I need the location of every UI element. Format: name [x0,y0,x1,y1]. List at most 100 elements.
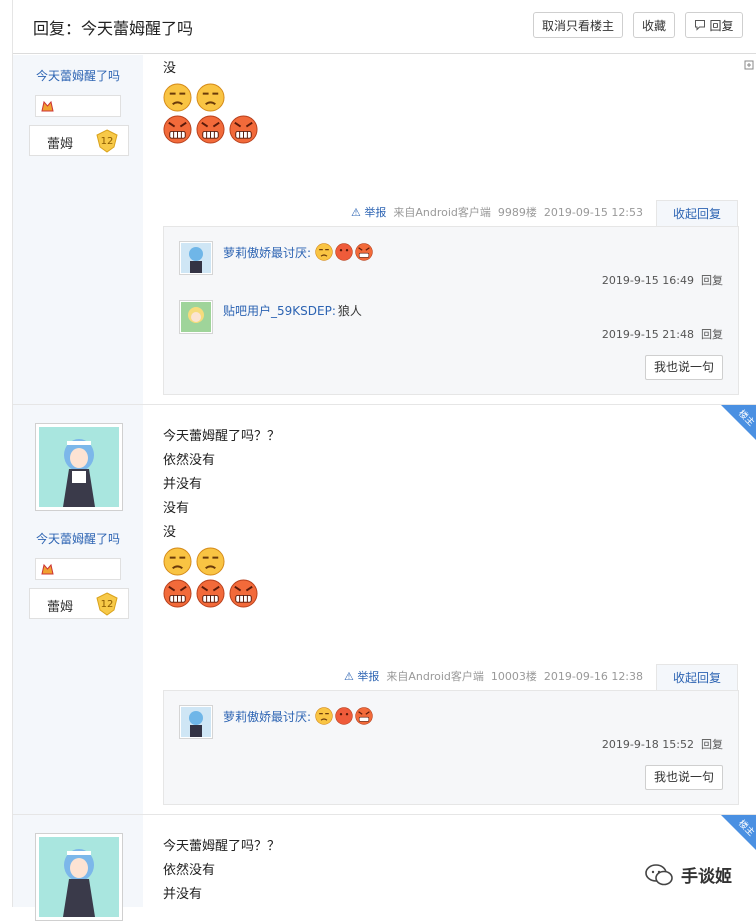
author-avatar[interactable] [35,833,123,921]
level-number: 12 [101,136,114,147]
red-face-emoji-icon [335,243,353,261]
user-title: 蕾姆 [47,600,74,615]
add-comment-button[interactable]: 我也说一句 [645,765,723,790]
favorite-button[interactable]: 收藏 [633,12,675,38]
annoyed-emoji-icon [163,546,192,576]
reply-time: 2019-9-18 15:52 [601,738,694,751]
reply-time: 2019-9-15 16:49 [601,274,694,287]
reply-time: 2019-9-15 21:48 [601,328,694,341]
reply-username[interactable]: 萝莉傲娇最讨厌: [223,244,311,261]
floor-number: 9989楼 [497,206,537,219]
annoyed-emoji-icon [196,82,225,112]
angry-emoji-icon [163,114,192,144]
wechat-icon [645,863,673,885]
user-level-card[interactable]: 蕾姆 12 [29,588,129,619]
thread-header: 回复：今天蕾姆醒了吗 取消只看楼主 收藏 回复 [13,0,756,54]
angry-emoji-icon [163,578,192,608]
post-meta: ⚠ 举报 来自Android客户端 9989楼 2019-09-15 12:53 [351,200,643,226]
thread-frame: 回复：今天蕾姆醒了吗 取消只看楼主 收藏 回复 今天蕾姆醒了吗 蕾姆 12 没 … [12,0,756,921]
collapse-replies-button[interactable]: 收起回复 [656,200,738,226]
favorite-label: 收藏 [641,18,666,33]
angry-emoji-icon [229,114,258,144]
reply-username[interactable]: 贴吧用户_59KSDEP: [223,302,336,319]
only-op-label: 取消只看楼主 [541,18,614,33]
angry-emoji-icon [196,578,225,608]
reply-item: 萝莉傲娇最讨厌: 2019-9-15 16:49 回复 [179,241,723,291]
post-content: 没 [163,57,756,145]
post-line: 并没有 [163,477,203,492]
emoji-row [163,577,756,609]
thread-title: 回复：今天蕾姆醒了吗 [33,19,194,38]
reply-text: 贴吧用户_59KSDEP: 狼人 [223,302,362,319]
author-sidebar: 今天蕾姆醒了吗 蕾姆 12 [13,405,143,814]
report-link[interactable]: ⚠ 举报 [351,206,386,219]
only-op-button[interactable]: 取消只看楼主 [533,12,623,38]
client-source: 来自Android客户端 [393,206,491,219]
user-title: 蕾姆 [47,137,74,152]
annoyed-emoji-icon [163,82,192,112]
emoji-row [163,545,756,577]
post-line: 依然没有 [163,453,216,468]
post-line: 没有 [163,501,190,516]
watermark-text: 手谈姬 [681,867,732,887]
emoji-row [163,81,756,113]
post-meta: ⚠ 举报 来自Android客户端 10003楼 2019-09-16 12:3… [344,664,643,690]
medal-bar [35,558,121,580]
avatar-image [39,837,119,917]
reply-time-row: 2019-9-18 15:52 回复 [602,736,723,752]
medal-icon [41,563,54,575]
comment-icon [695,20,706,31]
reply-content: 狼人 [337,304,362,318]
report-link[interactable]: ⚠ 举报 [344,670,379,683]
reply-link[interactable]: 回复 [701,328,723,341]
post-partial: 楼主 今天蕾姆醒了吗？？ 依然没有 并没有 [13,815,756,921]
angry-emoji-icon [229,578,258,608]
author-name[interactable]: 今天蕾姆醒了吗 [13,67,143,84]
post-floor-9989: 今天蕾姆醒了吗 蕾姆 12 没 ⚠ 举报 来自Android客户端 9989楼 … [13,55,756,405]
author-sidebar: 今天蕾姆醒了吗 蕾姆 12 [13,55,143,404]
reply-text: 萝莉傲娇最讨厌: [223,707,373,725]
collapse-replies-button[interactable]: 收起回复 [656,664,738,690]
reply-avatar[interactable] [179,300,213,334]
reply-item: 贴吧用户_59KSDEP: 狼人 2019-9-15 21:48 回复 [179,300,723,350]
post-line: 没 [163,525,177,540]
medal-bar [35,95,121,117]
post-content: 今天蕾姆醒了吗？？ 依然没有 并没有 没有 没 [163,425,756,609]
reply-username[interactable]: 萝莉傲娇最讨厌: [223,708,311,725]
author-name[interactable]: 今天蕾姆醒了吗 [13,530,143,547]
post-time: 2019-09-15 12:53 [543,206,644,219]
reply-panel: 萝莉傲娇最讨厌: 2019-9-15 16:49 回复 贴吧用户_59KSDEP… [163,226,739,395]
emoji-row [163,113,756,145]
user-level-card[interactable]: 蕾姆 12 [29,125,129,156]
angry-emoji-icon [355,707,373,725]
post-floor-10003: 今天蕾姆醒了吗 蕾姆 12 楼主 今天蕾姆醒了吗？？ 依然没有 并没有 没有 没… [13,405,756,815]
author-sidebar [13,815,143,921]
reply-panel: 萝莉傲娇最讨厌: 2019-9-18 15:52 回复 我也说一句 [163,690,739,805]
client-source: 来自Android客户端 [386,670,484,683]
post-time: 2019-09-16 12:38 [543,670,644,683]
annoyed-emoji-icon [196,546,225,576]
reply-text: 萝莉傲娇最讨厌: [223,243,373,261]
reply-link[interactable]: 回复 [701,274,723,287]
report-label: 举报 [357,670,380,683]
reply-avatar[interactable] [179,241,213,275]
report-label: 举报 [364,206,387,219]
angry-emoji-icon [196,114,225,144]
level-badge-icon: 12 [96,592,118,616]
add-comment-button[interactable]: 我也说一句 [645,355,723,380]
angry-emoji-icon [355,243,373,261]
watermark: 手谈姬 [645,862,732,887]
post-line: 没 [163,61,177,76]
reply-time-row: 2019-9-15 16:49 回复 [602,272,723,288]
post-line: 今天蕾姆醒了吗？？ [163,839,281,854]
author-avatar[interactable] [35,423,123,511]
reply-avatar[interactable] [179,705,213,739]
reply-button[interactable]: 回复 [685,12,743,38]
floor-number: 10003楼 [490,670,537,683]
reply-item: 萝莉傲娇最讨厌: 2019-9-18 15:52 回复 [179,705,723,755]
reply-time-row: 2019-9-15 21:48 回复 [602,326,723,342]
reply-link[interactable]: 回复 [701,738,723,751]
level-badge-icon: 12 [96,129,118,153]
avatar-image [39,427,119,507]
medal-icon [41,100,54,112]
